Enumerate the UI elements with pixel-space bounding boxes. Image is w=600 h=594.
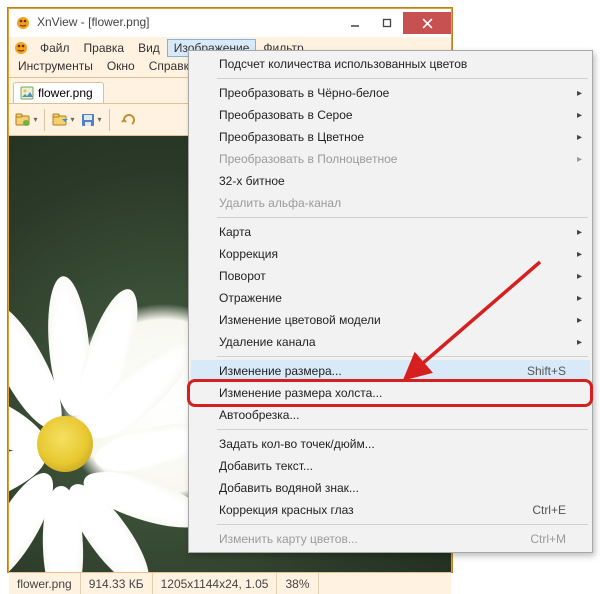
open-button[interactable]: ▾	[50, 107, 76, 133]
undo-button[interactable]	[115, 107, 141, 133]
menu-item[interactable]: Задать кол-во точек/дюйм...	[191, 433, 590, 455]
image-menu-dropdown: Подсчет количества использованных цветов…	[188, 50, 593, 553]
menu-item[interactable]: Изменение цветовой модели	[191, 309, 590, 331]
menu-item-label: Изменить карту цветов...	[219, 532, 358, 546]
menu-item[interactable]: Добавить текст...	[191, 455, 590, 477]
image-file-icon	[20, 86, 34, 100]
titlebar: XnView - [flower.png]	[9, 9, 451, 37]
menu-item: Преобразовать в Полноцветное	[191, 148, 590, 170]
menu-item-label: Изменение размера холста...	[219, 386, 382, 400]
browse-button[interactable]: ▾	[13, 107, 39, 133]
menu-item[interactable]: Преобразовать в Серое	[191, 104, 590, 126]
status-zoom: 38%	[277, 573, 318, 594]
menu-view[interactable]: Вид	[131, 39, 167, 57]
menu-separator	[217, 78, 588, 79]
status-filename: flower.png	[9, 573, 81, 594]
save-button[interactable]: ▾	[78, 107, 104, 133]
statusbar: flower.png 914.33 КБ 1205x1144x24, 1.05 …	[9, 572, 451, 594]
menu-item[interactable]: Изменение размера... Shift+S	[191, 360, 590, 382]
menu-item-label: Карта	[219, 225, 251, 239]
menu-item-shortcut: Ctrl+E	[532, 503, 566, 517]
menu-item[interactable]: Поворот	[191, 265, 590, 287]
maximize-button[interactable]	[371, 12, 403, 34]
menu-item-label: Преобразовать в Цветное	[219, 130, 364, 144]
image-content	[37, 416, 93, 472]
menu-item-label: Коррекция	[219, 247, 278, 261]
menu-item-label: Задать кол-во точек/дюйм...	[219, 437, 375, 451]
menu-item[interactable]: 32-х битное	[191, 170, 590, 192]
menu-item-label: Преобразовать в Чёрно-белое	[219, 86, 389, 100]
status-dimensions: 1205x1144x24, 1.05	[153, 573, 278, 594]
tab-label: flower.png	[38, 86, 93, 100]
menu-item-label: Добавить текст...	[219, 459, 313, 473]
menu-item[interactable]: Удаление канала	[191, 331, 590, 353]
menu-item-shortcut: Ctrl+M	[530, 532, 566, 546]
menu-item[interactable]: Преобразовать в Цветное	[191, 126, 590, 148]
menu-item[interactable]: Коррекция красных глаз Ctrl+E	[191, 499, 590, 521]
menu-item-label: Изменение размера...	[219, 364, 342, 378]
menu-item-label: Преобразовать в Полноцветное	[219, 152, 397, 166]
menu-item: Изменить карту цветов... Ctrl+M	[191, 528, 590, 550]
menu-item-label: Добавить водяной знак...	[219, 481, 359, 495]
menu-item-label: Автообрезка...	[219, 408, 299, 422]
menu-item: Удалить альфа-канал	[191, 192, 590, 214]
menu-separator	[217, 356, 588, 357]
menu-item[interactable]: Автообрезка...	[191, 404, 590, 426]
close-button[interactable]	[403, 12, 451, 34]
minimize-button[interactable]	[339, 12, 371, 34]
menu-item-label: Подсчет количества использованных цветов	[219, 57, 467, 71]
toolbar-separator	[109, 109, 110, 131]
menu-item-label: Удаление канала	[219, 335, 316, 349]
window-title: XnView - [flower.png]	[37, 15, 339, 31]
menu-edit[interactable]: Правка	[77, 39, 132, 57]
toolbar-separator	[44, 109, 45, 131]
menu-item[interactable]: Подсчет количества использованных цветов	[191, 53, 590, 75]
menubar-app-icon	[13, 40, 29, 56]
menu-item[interactable]: Преобразовать в Чёрно-белое	[191, 82, 590, 104]
menu-item-label: Удалить альфа-канал	[219, 196, 341, 210]
menu-item-label: 32-х битное	[219, 174, 285, 188]
menu-item-shortcut: Shift+S	[527, 364, 566, 378]
app-icon	[15, 15, 31, 31]
menu-item-label: Коррекция красных глаз	[219, 503, 354, 517]
menu-item[interactable]: Изменение размера холста...	[191, 382, 590, 404]
status-filesize: 914.33 КБ	[81, 573, 153, 594]
menu-item[interactable]: Карта	[191, 221, 590, 243]
menu-item-label: Поворот	[219, 269, 266, 283]
menu-file[interactable]: Файл	[33, 39, 77, 57]
menu-window[interactable]: Окно	[100, 57, 142, 75]
menu-item[interactable]: Коррекция	[191, 243, 590, 265]
menu-separator	[217, 524, 588, 525]
menu-separator	[217, 217, 588, 218]
menu-item[interactable]: Добавить водяной знак...	[191, 477, 590, 499]
menu-item-label: Преобразовать в Серое	[219, 108, 353, 122]
menu-item-label: Отражение	[219, 291, 282, 305]
menu-item[interactable]: Отражение	[191, 287, 590, 309]
document-tab[interactable]: flower.png	[13, 82, 104, 103]
menu-item-label: Изменение цветовой модели	[219, 313, 381, 327]
menu-separator	[217, 429, 588, 430]
menu-tools[interactable]: Инструменты	[11, 57, 100, 75]
